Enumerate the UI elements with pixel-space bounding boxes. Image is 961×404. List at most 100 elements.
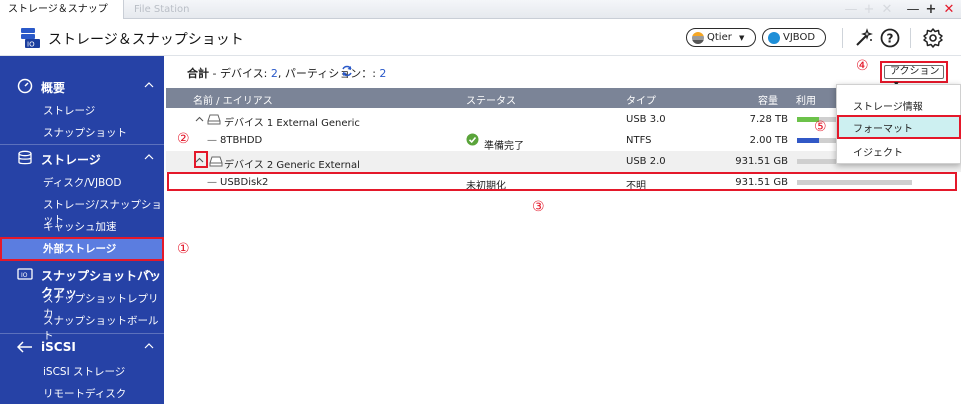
sidebar-item-label: 外部ストレージ	[43, 243, 117, 255]
sidebar-section-snapshot-backup[interactable]: IO スナップショットバックアッ	[0, 261, 164, 300]
annotation-1: ①	[177, 241, 190, 257]
chevron-up-icon	[144, 343, 154, 349]
sidebar-item-label: ストレージ	[43, 105, 96, 117]
snapshot-icon: IO	[17, 268, 33, 280]
maximize-button[interactable]: +	[922, 0, 940, 19]
menu-item-label: フォーマット	[853, 124, 913, 135]
annotation-3: ③	[532, 199, 545, 215]
row-name: デバイス 1 External Generic	[224, 118, 360, 129]
sidebar-item-remote-disk[interactable]: リモートディスク	[0, 382, 164, 404]
storage-app-logo-icon: IO	[21, 28, 40, 49]
close-button[interactable]: ✕	[940, 0, 958, 19]
column-header-type[interactable]: タイプ	[626, 92, 656, 107]
partition-count: 2	[379, 67, 387, 80]
sidebar-item-label: キャッシュ加速	[43, 221, 117, 233]
window-tab-bar: ストレージ＆スナップショット File Station — + ✕ — + ✕	[0, 0, 961, 34]
vjbod-icon	[768, 32, 780, 44]
usbdisk2-row-highlight	[167, 172, 957, 191]
sidebar-item-cache-acceleration[interactable]: キャッシュ加速	[0, 215, 164, 237]
annotation-2: ②	[177, 131, 190, 147]
qtier-button[interactable]: Qtier ▼	[686, 28, 756, 47]
svg-text:IO: IO	[21, 272, 28, 279]
sidebar-section-label: 概要	[41, 81, 66, 95]
header-divider	[910, 28, 911, 48]
window-tab-storage[interactable]: ストレージ＆スナップショット	[0, 0, 124, 34]
sidebar-item-label: iSCSI ストレージ	[43, 366, 126, 378]
device-count: 2	[270, 67, 278, 80]
menu-item-eject[interactable]: イジェクト	[837, 139, 961, 161]
database-icon	[18, 150, 32, 165]
sidebar-section-overview[interactable]: 概要	[0, 73, 164, 99]
chevron-up-icon	[144, 270, 154, 276]
ghost-minimize-icon: —	[844, 2, 858, 17]
sidebar-item-label: スナップショット	[43, 127, 127, 139]
partition-count-label: パーティション：:	[284, 67, 376, 80]
window-tab-file-station[interactable]: File Station	[126, 0, 206, 19]
menu-item-label: イジェクト	[853, 148, 903, 159]
menu-item-storage-info[interactable]: ストレージ情報	[837, 93, 961, 115]
table-header: 名前 / エイリアス ステータス タイプ 容量 利用	[166, 88, 836, 108]
row-capacity: 2.00 TB	[749, 135, 788, 146]
sidebar-item-iscsi-storage[interactable]: iSCSI ストレージ	[0, 360, 164, 382]
action-button-label: アクション	[890, 66, 940, 77]
ghost-maximize-icon: +	[863, 2, 875, 17]
drive-icon	[207, 114, 221, 125]
sidebar-item-label: リモートディスク	[43, 388, 127, 400]
annotation-4: ④	[856, 58, 869, 74]
action-dropdown-menu: ストレージ情報 フォーマット イジェクト	[836, 84, 961, 164]
annotation-5: ⑤	[814, 119, 827, 135]
vjbod-button[interactable]: VJBOD	[762, 28, 826, 47]
collapse-icon-highlight	[194, 151, 208, 168]
row-capacity: 7.28 TB	[749, 114, 788, 125]
tree-connector: —	[207, 135, 217, 146]
chevron-up-icon	[144, 82, 154, 88]
sidebar-section-storage[interactable]: ストレージ	[0, 145, 164, 171]
column-header-status[interactable]: ステータス	[466, 92, 516, 107]
chevron-down-icon: ▼	[739, 34, 745, 42]
svg-text:?: ?	[887, 32, 894, 46]
header-divider	[842, 28, 843, 48]
sidebar-section-label: ストレージ	[41, 153, 101, 167]
row-name: 8TBHDD	[220, 135, 263, 146]
check-circle-icon	[466, 133, 479, 146]
sidebar-item-storage-overview[interactable]: ストレージ	[0, 99, 164, 121]
row-type: USB 2.0	[626, 156, 666, 167]
minimize-button[interactable]: —	[904, 0, 922, 19]
menu-item-label: ストレージ情報	[853, 102, 923, 113]
app-header: IO ストレージ＆スナップショット Qtier ▼ VJBOD ?	[0, 19, 961, 56]
sidebar-section-label: iSCSI	[41, 340, 76, 354]
app-title: ストレージ＆スナップショット	[48, 32, 244, 48]
sidebar-item-snapshot-overview[interactable]: スナップショット	[0, 121, 164, 143]
row-type: NTFS	[626, 135, 652, 146]
row-capacity: 931.51 GB	[735, 156, 788, 167]
refresh-icon[interactable]	[341, 65, 353, 77]
usage-bar-fill	[797, 138, 819, 143]
gear-icon[interactable]	[922, 27, 944, 49]
ghost-close-icon: ✕	[881, 2, 893, 17]
wand-icon[interactable]	[853, 27, 875, 49]
sidebar-item-disks-vjbod[interactable]: ディスク/VJBOD	[0, 171, 164, 193]
sidebar-item-external-storage[interactable]: 外部ストレージ	[0, 237, 164, 261]
sidebar-item-snapshot-vault[interactable]: スナップショットボールト	[0, 309, 164, 342]
collapse-icon[interactable]	[195, 116, 204, 122]
row-type: USB 3.0	[626, 114, 666, 125]
column-header-capacity[interactable]: 容量	[758, 92, 778, 107]
sidebar-section-iscsi[interactable]: iSCSI	[0, 334, 164, 360]
sidebar: 概要 ストレージ スナップショット ストレージ ディスク/VJBOD ストレージ…	[0, 56, 164, 404]
action-button[interactable]: アクション ▼	[884, 65, 944, 88]
action-button-highlight: アクション ▼	[880, 61, 948, 88]
iscsi-icon	[17, 341, 32, 353]
row-name: デバイス 2 Generic External	[224, 160, 360, 171]
column-header-usage[interactable]: 利用	[796, 92, 816, 107]
column-header-name[interactable]: 名前 / エイリアス	[193, 92, 273, 107]
menu-item-format[interactable]: フォーマット	[837, 115, 961, 139]
svg-text:IO: IO	[27, 41, 35, 49]
sidebar-item-label: ディスク/VJBOD	[43, 177, 122, 189]
chevron-up-icon	[144, 154, 154, 160]
help-icon[interactable]: ?	[879, 27, 901, 49]
usage-bar	[797, 159, 837, 164]
sidebar-item-storage-snapshots[interactable]: ストレージ/スナップショット	[0, 193, 164, 226]
dashboard-icon	[17, 78, 33, 94]
drive-icon	[209, 156, 223, 167]
sidebar-item-snapshot-replica[interactable]: スナップショットレプリカ	[0, 287, 164, 320]
